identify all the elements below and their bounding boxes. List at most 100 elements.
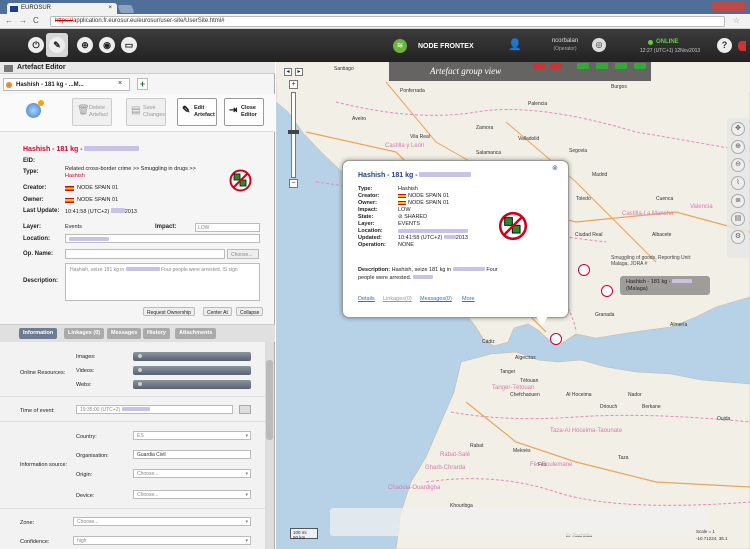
save-changes-button[interactable]: ▤ Save Changes bbox=[126, 98, 166, 126]
layers-tool-icon[interactable]: ⊕ bbox=[77, 37, 93, 53]
zoom-in-icon[interactable]: ⊕ bbox=[731, 140, 745, 154]
zoom-out-icon[interactable]: ⊖ bbox=[731, 158, 745, 172]
map-marker-icon[interactable] bbox=[550, 333, 562, 345]
popup-operation-label: Operation: bbox=[358, 242, 386, 248]
group-filter-red[interactable] bbox=[550, 63, 562, 69]
region-label: Gharb-Chrarda bbox=[425, 465, 466, 471]
spain-flag-icon bbox=[398, 194, 406, 198]
center-at-button[interactable]: Center At bbox=[203, 307, 232, 316]
window-tool-icon[interactable]: ▭ bbox=[121, 37, 137, 53]
add-tab-button[interactable]: + bbox=[137, 78, 148, 90]
editor-title-bar: Artefact Editor bbox=[0, 62, 275, 74]
tab-attachments[interactable]: Attachments bbox=[175, 328, 217, 339]
popup-messages-link[interactable]: Messages(0) bbox=[420, 296, 452, 302]
measure-icon[interactable]: ⌇ bbox=[731, 176, 745, 190]
pan-icon[interactable]: ✥ bbox=[731, 122, 745, 136]
close-editor-button[interactable]: ⇥ Close Editor bbox=[224, 98, 264, 126]
device-select[interactable]: Choose... ▾ bbox=[133, 490, 251, 499]
redacted-text bbox=[121, 407, 150, 411]
redacted-text bbox=[84, 146, 140, 151]
organisation-input[interactable]: Guardia Civil bbox=[133, 450, 251, 459]
webs-bar[interactable] bbox=[133, 380, 251, 389]
description-textarea[interactable]: Hashish, seize 181 kg in Four people wer… bbox=[65, 263, 260, 301]
close-tab-icon[interactable]: × bbox=[108, 5, 112, 11]
settings-icon[interactable]: ⚙ bbox=[731, 230, 745, 244]
zoom-slider-thumb[interactable] bbox=[288, 130, 299, 134]
group-filter-green[interactable] bbox=[596, 63, 608, 69]
back-icon[interactable]: ← bbox=[5, 16, 13, 25]
request-ownership-button[interactable]: Request Ownership bbox=[143, 307, 195, 316]
edit-tool-icon[interactable]: ✎ bbox=[49, 37, 65, 53]
tab-linkages[interactable]: Linkages (0) bbox=[64, 328, 105, 339]
group-filter-green[interactable] bbox=[615, 63, 627, 69]
zone-select[interactable]: Choose... ▾ bbox=[73, 517, 251, 526]
region-label: Fès-Boulemane bbox=[530, 462, 573, 468]
tab-history[interactable]: History bbox=[143, 328, 170, 339]
layers-icon[interactable]: ≣ bbox=[731, 194, 745, 208]
collapse-button[interactable]: Collapse bbox=[236, 307, 264, 316]
popup-details-link[interactable]: Details bbox=[358, 296, 375, 302]
zoom-slider[interactable] bbox=[291, 92, 296, 178]
pan-left-icon[interactable]: ◂ bbox=[284, 68, 292, 76]
forward-icon[interactable]: → bbox=[19, 16, 27, 25]
popup-linkages-link[interactable]: Linkages(0) bbox=[383, 296, 412, 302]
user-icon[interactable]: 👤 bbox=[508, 38, 522, 51]
group-filter-green[interactable] bbox=[577, 63, 589, 69]
close-tab-icon[interactable]: × bbox=[118, 80, 122, 87]
tab-messages[interactable]: Messages bbox=[107, 328, 142, 339]
country-select[interactable]: ES ▾ bbox=[133, 431, 251, 440]
calendar-icon[interactable] bbox=[239, 405, 251, 414]
opname-choose-button[interactable]: Choose... bbox=[227, 249, 259, 259]
chevron-down-icon: ▾ bbox=[245, 492, 248, 498]
confidence-select[interactable]: high ▾ bbox=[73, 536, 251, 545]
popup-pointer bbox=[536, 316, 548, 326]
browser-tab[interactable]: EUROSUR × bbox=[7, 3, 117, 14]
window-controls[interactable] bbox=[712, 2, 746, 11]
tab-information[interactable]: Information bbox=[19, 328, 58, 339]
owner-label: Owner: bbox=[23, 197, 44, 203]
edit-artefact-button[interactable]: ✎ Edit Artefact bbox=[177, 98, 217, 126]
print-icon[interactable]: ▤ bbox=[731, 212, 745, 226]
add-web-icon[interactable] bbox=[138, 382, 142, 386]
connection-icon[interactable]: ◎ bbox=[592, 38, 606, 52]
artefact-tab-icon bbox=[6, 82, 12, 88]
pan-right-icon[interactable]: ▸ bbox=[295, 68, 303, 76]
add-video-icon[interactable] bbox=[138, 368, 142, 372]
city-label: Algeciras bbox=[515, 355, 536, 361]
notification-tab[interactable] bbox=[738, 41, 746, 51]
map-marker-icon[interactable] bbox=[601, 285, 613, 297]
reload-icon[interactable]: C bbox=[33, 16, 39, 25]
location-input[interactable] bbox=[65, 234, 260, 243]
power-icon[interactable]: ⏻ bbox=[28, 37, 44, 53]
videos-bar[interactable] bbox=[133, 366, 251, 375]
images-bar[interactable] bbox=[133, 352, 251, 361]
city-label: Almería bbox=[670, 322, 688, 328]
zoom-out-button[interactable]: − bbox=[289, 179, 298, 188]
opname-input[interactable] bbox=[65, 249, 225, 259]
details-scrollbar-thumb[interactable] bbox=[266, 360, 273, 440]
popup-close-icon[interactable]: ⊗ bbox=[552, 164, 558, 172]
zoom-in-button[interactable]: + bbox=[289, 80, 298, 89]
user-name: ncorbalan bbox=[551, 38, 579, 44]
url-input[interactable]: https://application.fr.eurosur.eu/eurosu… bbox=[50, 16, 725, 27]
last-update-label: Last Update: bbox=[23, 208, 60, 214]
redacted-text bbox=[110, 208, 125, 213]
impact-select[interactable]: LOW bbox=[195, 223, 260, 232]
popup-more-link[interactable]: More bbox=[462, 296, 475, 302]
new-tab-button[interactable] bbox=[117, 5, 135, 13]
delete-artefact-button[interactable]: 🗑 Delete Artefact bbox=[72, 98, 112, 126]
time-of-event-input[interactable]: 19:35:00 (UTC+2) bbox=[76, 405, 233, 414]
camera-tool-icon[interactable]: ◉ bbox=[99, 37, 115, 53]
creator-value: NODE SPAIN 01 bbox=[77, 185, 119, 191]
region-label: Castilla y León bbox=[385, 143, 425, 149]
origin-select[interactable]: Choose... ▾ bbox=[133, 469, 251, 478]
group-filter-red[interactable] bbox=[533, 63, 545, 69]
city-label: Ponferrada bbox=[400, 88, 425, 94]
group-filter-green[interactable] bbox=[634, 63, 646, 69]
popup-updated-label: Updated: bbox=[358, 235, 382, 241]
bookmark-star-icon[interactable]: ☆ bbox=[733, 16, 740, 25]
help-button[interactable]: ? bbox=[717, 38, 732, 53]
editor-artefact-tab[interactable]: Hashish - 181 kg - ...M... bbox=[3, 78, 130, 91]
add-image-icon[interactable] bbox=[138, 354, 142, 358]
map-marker-icon[interactable] bbox=[578, 264, 590, 276]
